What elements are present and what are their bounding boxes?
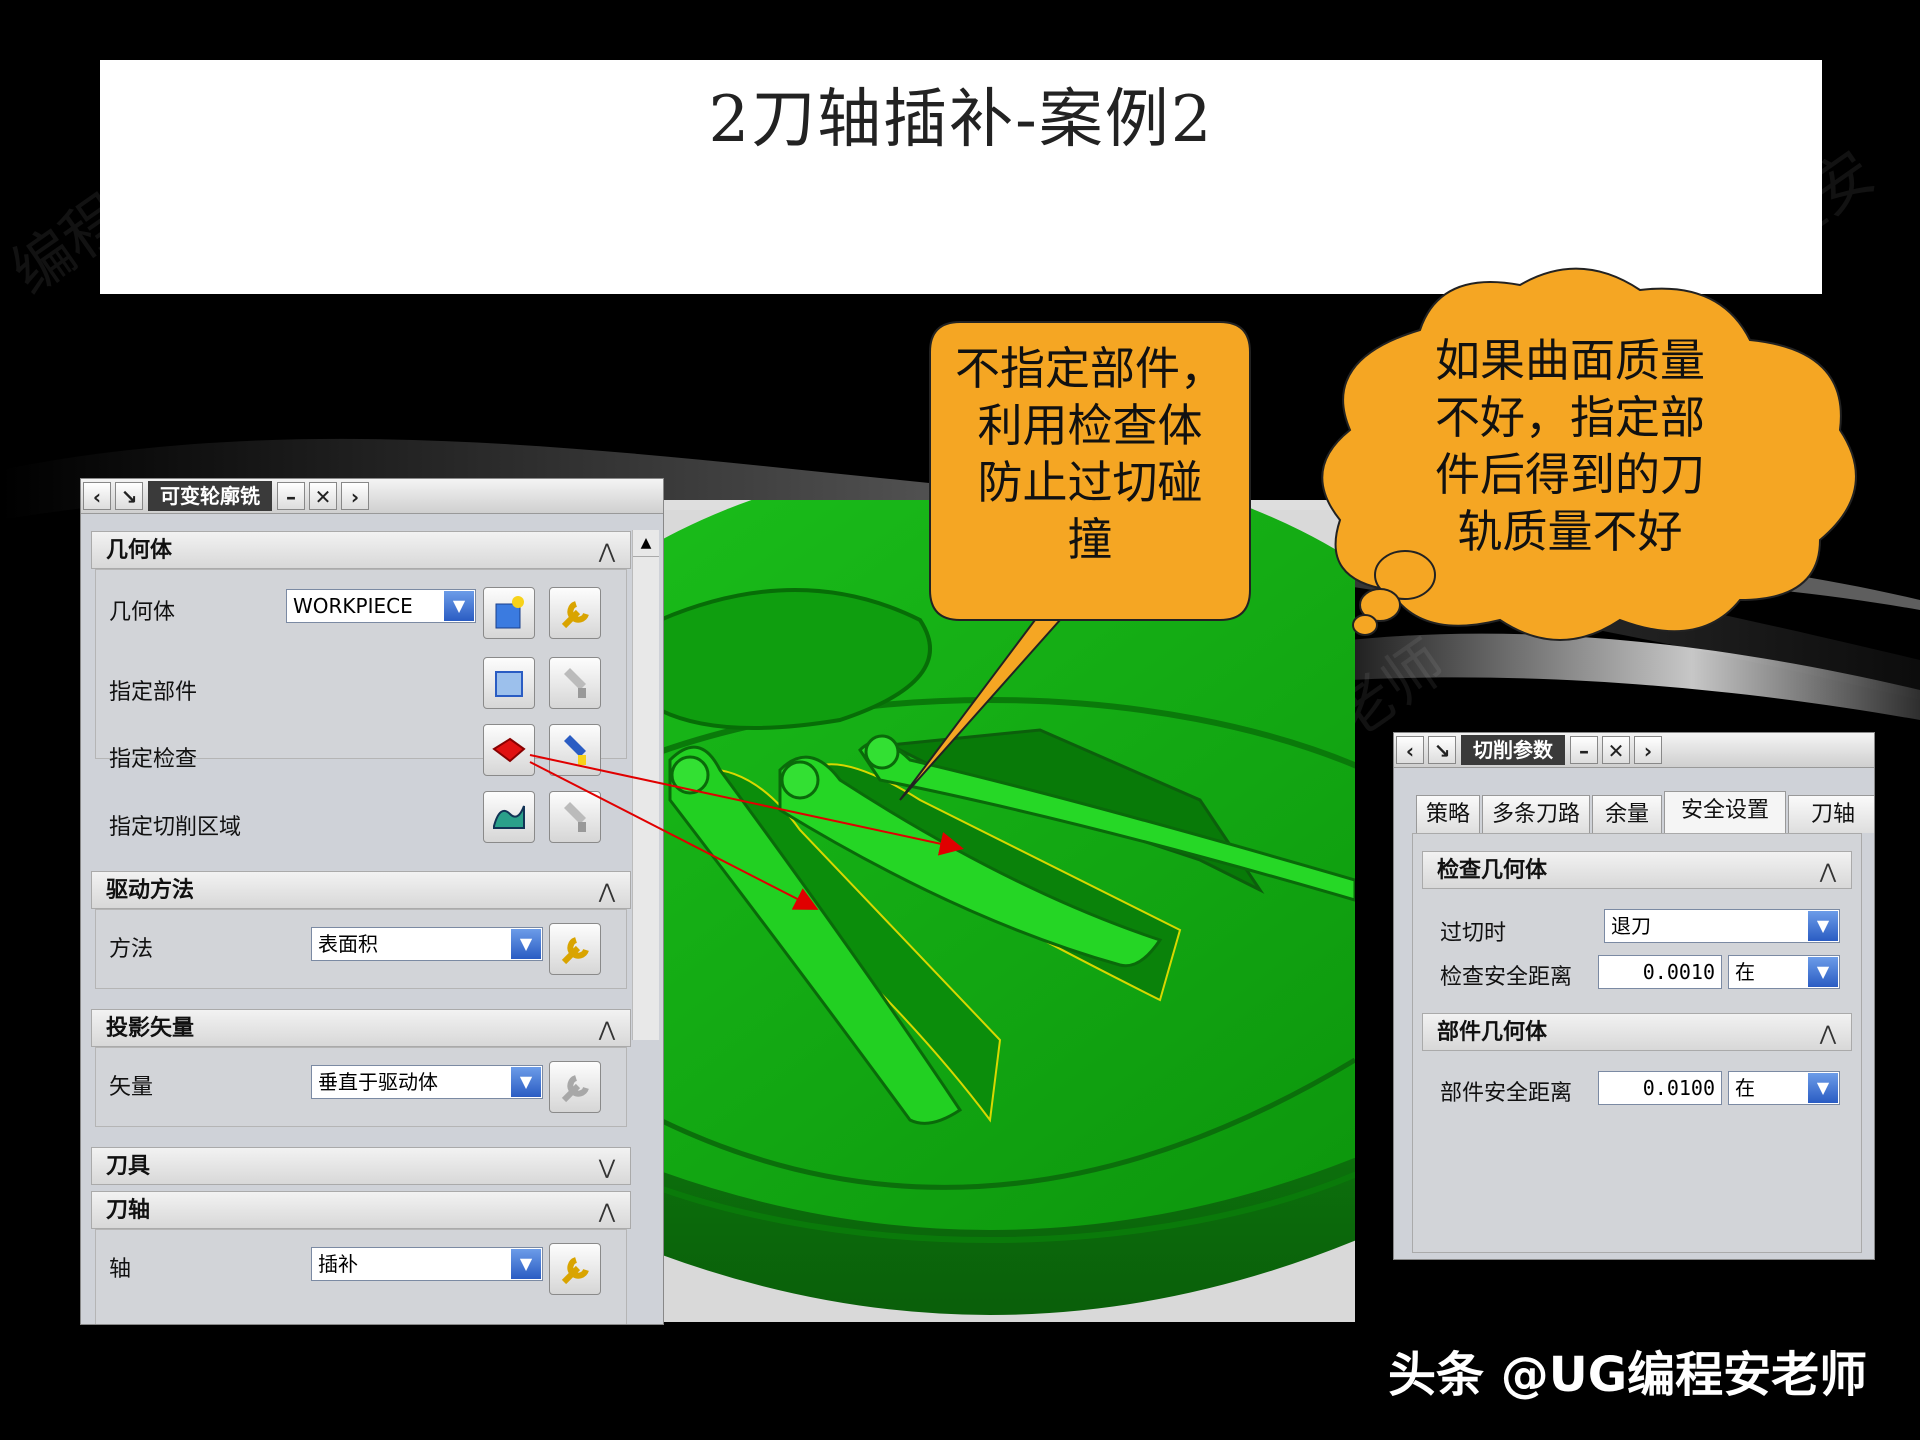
- thought-callout-text: 如果曲面质量 不好，指定部 件后得到的刀 轨质量不好: [1434, 334, 1705, 558]
- footer-credit: 头条 @UG编程安老师: [1388, 1347, 1868, 1403]
- thought-callout-shape: [1321, 267, 1857, 641]
